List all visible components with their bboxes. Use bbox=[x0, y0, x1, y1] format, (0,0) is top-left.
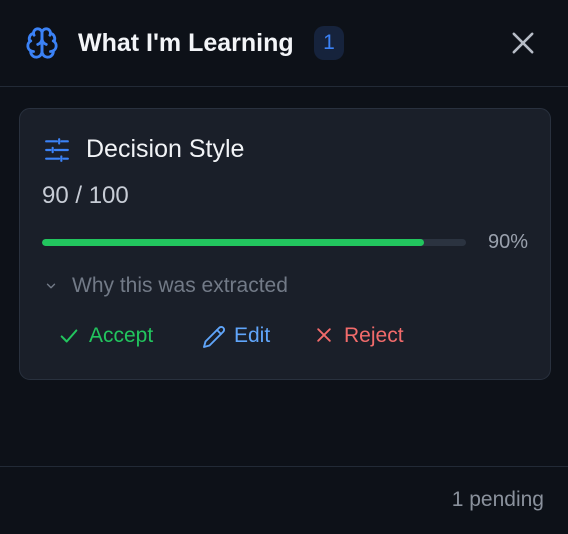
accept-label: Accept bbox=[89, 324, 154, 347]
panel-footer: 1 pending bbox=[0, 466, 568, 534]
chevron-down-icon bbox=[46, 283, 56, 289]
score-value: 90 / 100 bbox=[42, 182, 129, 209]
card-title: Decision Style bbox=[86, 135, 245, 163]
learning-panel: What I'm Learning 1 Decision Style 90 / … bbox=[0, 0, 568, 534]
sliders-icon bbox=[45, 138, 69, 162]
edit-button[interactable]: Edit bbox=[202, 321, 294, 351]
close-icon[interactable] bbox=[506, 26, 540, 60]
panel-title: What I'm Learning bbox=[78, 29, 294, 57]
pending-count: 1 pending bbox=[451, 488, 544, 511]
confidence-progress-bar bbox=[42, 239, 466, 246]
learning-card: Decision Style 90 / 100 90% Why this was… bbox=[19, 108, 551, 380]
pencil-icon bbox=[203, 325, 226, 348]
panel-header: What I'm Learning 1 bbox=[0, 0, 568, 87]
accept-button[interactable]: Accept bbox=[58, 321, 168, 351]
reject-label: Reject bbox=[344, 324, 404, 347]
edit-label: Edit bbox=[234, 324, 271, 347]
why-extracted-label: Why this was extracted bbox=[72, 274, 288, 297]
brain-icon bbox=[26, 27, 58, 59]
reject-button[interactable]: Reject bbox=[314, 321, 424, 351]
x-icon bbox=[317, 328, 331, 342]
count-badge: 1 bbox=[314, 26, 344, 60]
progress-percent: 90% bbox=[487, 231, 528, 253]
check-icon bbox=[60, 329, 78, 343]
progress-fill bbox=[42, 239, 424, 246]
